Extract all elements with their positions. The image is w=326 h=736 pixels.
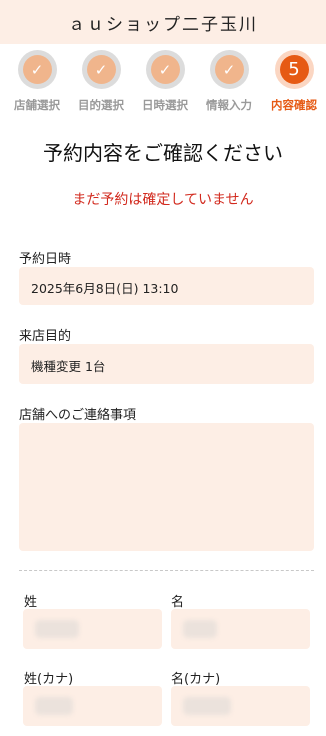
step-circle: 5 (274, 50, 314, 89)
check-icon: ✓ (150, 55, 180, 84)
step-number: 5 (279, 55, 309, 84)
first-name-kana-field (171, 686, 310, 726)
shop-notes-field (19, 423, 314, 551)
redacted-text (183, 697, 231, 715)
step-label: 情報入力 (206, 98, 252, 112)
step-circle: ✓ (17, 50, 57, 89)
reservation-date-field: 2025年6月8日(日) 13:10 (19, 267, 314, 305)
first-name-label: 名 (171, 595, 185, 610)
first-name-field (171, 609, 310, 649)
progress-steps: ✓ 店舗選択 ✓ 目的選択 ✓ 日時選択 ✓ 情報入力 5 内容確認 (0, 50, 326, 122)
check-icon: ✓ (22, 55, 52, 84)
step-info-input[interactable]: ✓ 情報入力 (199, 50, 259, 113)
last-name-label: 姓 (24, 595, 38, 610)
step-label: 目的選択 (78, 98, 124, 112)
redacted-text (35, 697, 73, 715)
step-circle: ✓ (81, 50, 121, 89)
redacted-text (35, 620, 79, 638)
reservation-date-label: 予約日時 (19, 252, 72, 267)
step-shop-select[interactable]: ✓ 店舗選択 (7, 50, 67, 113)
step-label: 内容確認 (271, 98, 317, 112)
step-confirm: 5 内容確認 (264, 50, 324, 113)
page-title: 予約内容をご確認ください (43, 141, 283, 165)
step-circle: ✓ (145, 50, 185, 89)
not-confirmed-warning: まだ予約は確定していません (72, 192, 254, 208)
last-name-kana-label: 姓(カナ) (24, 672, 74, 687)
shop-notes-label: 店舗へのご連絡事項 (19, 408, 137, 423)
step-label: 店舗選択 (14, 98, 60, 112)
shop-title: ａｕショップ二子玉川 (68, 14, 258, 35)
check-icon: ✓ (86, 55, 116, 84)
last-name-field (23, 609, 162, 649)
step-label: 日時選択 (142, 98, 188, 112)
check-icon: ✓ (214, 55, 244, 84)
step-purpose-select[interactable]: ✓ 目的選択 (71, 50, 131, 113)
step-circle: ✓ (209, 50, 249, 89)
visit-purpose-field: 機種変更 1台 (19, 344, 314, 384)
step-datetime-select[interactable]: ✓ 日時選択 (135, 50, 195, 113)
section-divider (19, 570, 314, 571)
first-name-kana-label: 名(カナ) (171, 672, 221, 687)
visit-purpose-label: 来店目的 (19, 329, 72, 344)
app-header: ａｕショップ二子玉川 (0, 0, 326, 44)
reservation-date-value: 2025年6月8日(日) 13:10 (31, 281, 179, 296)
visit-purpose-value: 機種変更 1台 (31, 359, 106, 374)
last-name-kana-field (23, 686, 162, 726)
redacted-text (183, 620, 217, 638)
